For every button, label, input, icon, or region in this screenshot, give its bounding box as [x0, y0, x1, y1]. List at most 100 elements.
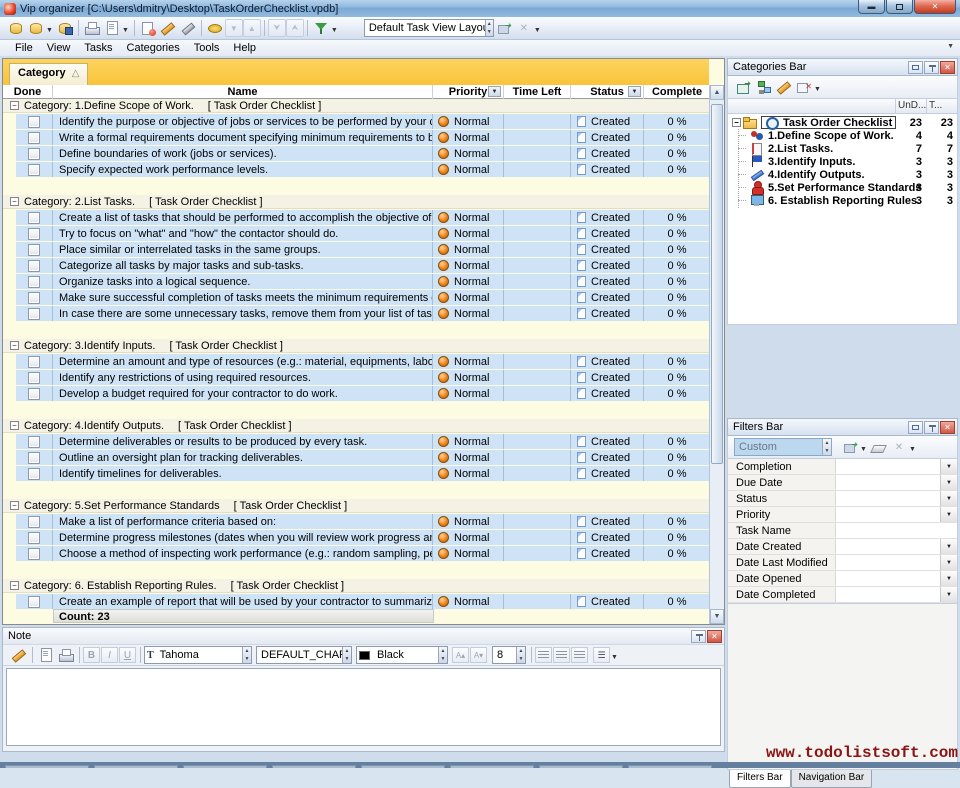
- task-row[interactable]: Make sure successful completion of tasks…: [3, 289, 709, 305]
- total-column-header[interactable]: T...: [926, 99, 957, 113]
- menu-help[interactable]: Help: [226, 41, 263, 55]
- column-filter-icon[interactable]: ▼: [488, 86, 501, 97]
- maximize-button[interactable]: [886, 0, 913, 14]
- apply-filter-caret-icon[interactable]: ▼: [860, 446, 867, 453]
- task-checkbox[interactable]: [28, 244, 40, 256]
- category-tree-item[interactable]: 4.Identify Outputs.33: [728, 168, 957, 181]
- collapse-icon[interactable]: −: [10, 197, 19, 206]
- categories-restore-button[interactable]: [908, 61, 923, 74]
- group-header-row[interactable]: −Category: 3.Identify Inputs.[ Task Orde…: [3, 339, 709, 353]
- collapse-icon[interactable]: −: [10, 421, 19, 430]
- filter-dropdown-button[interactable]: ▼: [940, 539, 957, 554]
- char-style-spinner[interactable]: ▲▼: [342, 647, 351, 663]
- note-print-button[interactable]: [56, 645, 76, 665]
- task-checkbox[interactable]: [28, 148, 40, 160]
- task-checkbox[interactable]: [28, 436, 40, 448]
- filter-value[interactable]: [836, 555, 940, 570]
- task-checkbox[interactable]: [28, 468, 40, 480]
- print-button[interactable]: [82, 18, 102, 38]
- print-caret-icon[interactable]: ▼: [122, 27, 129, 34]
- new-category-button[interactable]: [734, 77, 754, 97]
- delete-layout-button[interactable]: ✕: [514, 18, 534, 38]
- group-header-row[interactable]: −Category: 4.Identify Outputs.[ Task Ord…: [3, 419, 709, 433]
- task-checkbox[interactable]: [28, 116, 40, 128]
- move-to-top-button[interactable]: ⮝: [286, 19, 304, 37]
- group-header-row[interactable]: −Category: 2.List Tasks.[ Task Order Che…: [3, 195, 709, 209]
- filter-dropdown-button[interactable]: ▼: [940, 475, 957, 490]
- new-database-button[interactable]: [6, 18, 26, 38]
- move-up-button[interactable]: ▲: [243, 19, 261, 37]
- column-header-status[interactable]: Status▼: [571, 85, 644, 99]
- new-task-button[interactable]: [138, 18, 158, 38]
- filter-value[interactable]: [836, 507, 940, 522]
- print-preview-button[interactable]: [102, 18, 122, 38]
- filter-dropdown-button[interactable]: ▼: [940, 571, 957, 586]
- task-row[interactable]: Make a list of performance criteria base…: [3, 513, 709, 529]
- task-checkbox[interactable]: [28, 132, 40, 144]
- menu-view[interactable]: View: [40, 41, 78, 55]
- task-checkbox[interactable]: [28, 516, 40, 528]
- delete-category-button[interactable]: [794, 77, 814, 97]
- filter-dropdown-button[interactable]: ▼: [940, 459, 957, 474]
- menu-categories[interactable]: Categories: [120, 41, 187, 55]
- note-toolbar-overflow-icon[interactable]: ▼: [611, 654, 618, 661]
- group-header-row[interactable]: −Category: 1.Define Scope of Work.[ Task…: [3, 99, 709, 113]
- task-row[interactable]: Determine an amount and type of resource…: [3, 353, 709, 369]
- toolbar-overflow-icon[interactable]: ▼: [534, 27, 541, 34]
- note-edit-button[interactable]: [9, 645, 29, 665]
- task-row[interactable]: Define boundaries of work (jobs or servi…: [3, 145, 709, 161]
- task-row[interactable]: Develop a budget required for your contr…: [3, 385, 709, 401]
- filters-pin-button[interactable]: [924, 421, 939, 434]
- filter-preset-spinner[interactable]: ▲▼: [822, 439, 831, 455]
- menu-tools[interactable]: Tools: [187, 41, 227, 55]
- vertical-scrollbar[interactable]: ▲ ▼: [709, 85, 724, 624]
- task-checkbox[interactable]: [28, 548, 40, 560]
- category-tree-item[interactable]: −Task Order Checklist2323: [728, 116, 957, 129]
- tree-collapse-icon[interactable]: −: [732, 118, 741, 127]
- align-right-button[interactable]: [571, 647, 588, 663]
- underline-button[interactable]: U: [119, 647, 136, 663]
- font-size-spinner[interactable]: ▲▼: [516, 647, 525, 663]
- task-checkbox[interactable]: [28, 276, 40, 288]
- move-down-button[interactable]: ▼: [225, 19, 243, 37]
- filter-value[interactable]: [836, 539, 940, 554]
- font-color-combo[interactable]: Black ▲▼: [356, 646, 448, 664]
- minimize-button[interactable]: ▬: [858, 0, 885, 14]
- note-editor[interactable]: [6, 668, 721, 746]
- bold-button[interactable]: B: [83, 647, 100, 663]
- task-row[interactable]: Try to focus on "what" and "how" the con…: [3, 225, 709, 241]
- delete-task-button[interactable]: [178, 18, 198, 38]
- task-checkbox[interactable]: [28, 164, 40, 176]
- filter-dropdown-button[interactable]: ▼: [940, 491, 957, 506]
- tab-filters-bar[interactable]: Filters Bar: [729, 770, 791, 788]
- task-row[interactable]: Determine progress milestones (dates whe…: [3, 529, 709, 545]
- menu-tasks[interactable]: Tasks: [77, 41, 119, 55]
- bullet-list-button[interactable]: ☰: [593, 647, 610, 663]
- task-checkbox[interactable]: [28, 356, 40, 368]
- filters-restore-button[interactable]: [908, 421, 923, 434]
- undone-column-header[interactable]: UnD...: [895, 99, 926, 113]
- apply-layout-button[interactable]: [494, 18, 514, 38]
- edit-category-button[interactable]: [774, 77, 794, 97]
- task-row[interactable]: Write a formal requirements document spe…: [3, 129, 709, 145]
- filters-close-button[interactable]: ✕: [940, 421, 955, 434]
- new-subcategory-button[interactable]: [754, 77, 774, 97]
- task-row[interactable]: Create an example of report that will be…: [3, 593, 709, 609]
- font-name-combo[interactable]: T Tahoma ▲▼: [144, 646, 252, 664]
- filter-dropdown-button[interactable]: ▼: [940, 587, 957, 602]
- task-checkbox[interactable]: [28, 532, 40, 544]
- filter-value[interactable]: [836, 475, 940, 490]
- task-row[interactable]: Create a list of tasks that should be pe…: [3, 209, 709, 225]
- task-checkbox[interactable]: [28, 596, 40, 608]
- filter-dropdown-button[interactable]: ▼: [940, 555, 957, 570]
- font-color-spinner[interactable]: ▲▼: [438, 647, 447, 663]
- categories-close-button[interactable]: ✕: [940, 61, 955, 74]
- tab-navigation-bar[interactable]: Navigation Bar: [791, 770, 873, 788]
- scroll-down-button[interactable]: ▼: [710, 609, 724, 624]
- column-header-done[interactable]: Done: [3, 85, 53, 99]
- align-left-button[interactable]: [535, 647, 552, 663]
- column-header-complete[interactable]: Complete: [644, 85, 711, 99]
- collapse-icon[interactable]: −: [10, 101, 19, 110]
- task-checkbox[interactable]: [28, 212, 40, 224]
- categories-pin-button[interactable]: [924, 61, 939, 74]
